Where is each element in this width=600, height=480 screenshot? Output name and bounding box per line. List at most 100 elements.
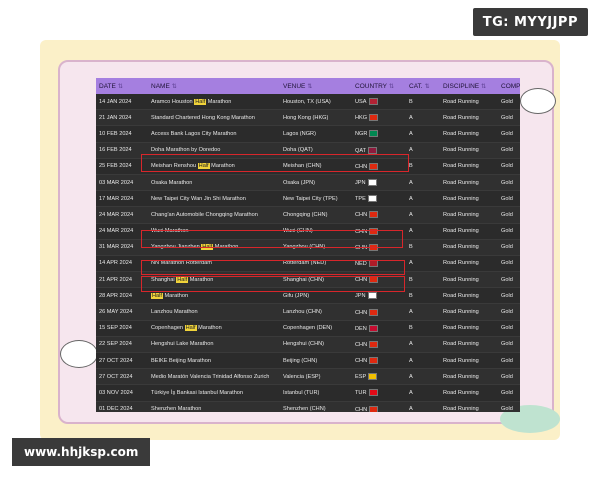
cell-category: A: [406, 255, 440, 273]
cell-country: ESP: [352, 368, 406, 386]
cell-competition: Gold: [498, 384, 520, 402]
cell-date: 24 MAR 2024: [96, 206, 148, 224]
table-row[interactable]: 27 OCT 2024 Medio Maratón Valencia Trinid…: [96, 368, 520, 386]
cell-category: B: [406, 287, 440, 305]
cell-category: A: [406, 125, 440, 143]
flag-icon: [368, 389, 378, 397]
column-header-label: DATE: [99, 82, 116, 90]
cell-venue: Houston, TX (USA): [280, 94, 352, 111]
cell-venue: New Taipei City (TPE): [280, 190, 352, 208]
cell-competition: Gold: [498, 287, 520, 305]
cell-date: 22 SEP 2024: [96, 336, 148, 354]
highlight-box-shanghai: [141, 260, 405, 275]
cell-category: B: [406, 320, 440, 337]
table-row[interactable]: 15 SEP 2024 Copenhagen Half Marathon Copen…: [96, 320, 520, 337]
name-text: Standard Chartered Hong Kong Marathon: [151, 114, 255, 121]
column-header-discipline[interactable]: DISCIPLINE ⇅: [440, 78, 498, 94]
cell-venue: Copenhagen (DEN): [280, 320, 352, 337]
country-code: CHN: [355, 406, 368, 412]
cell-venue: Shenzhen (CHN): [280, 401, 352, 412]
races-table-panel: DATE ⇅ NAME ⇅ VENUE ⇅ COUNTRY ⇅ CAT. ⇅ DISCIPLINE ⇅…: [96, 78, 520, 412]
cell-category: B: [406, 158, 440, 175]
name-text: Aramco Houston: [151, 98, 195, 105]
sort-icon[interactable]: ⇅: [118, 84, 123, 90]
cell-date: 15 SEP 2024: [96, 320, 148, 337]
flag-icon: [369, 340, 379, 348]
cell-competition: Gold: [498, 352, 520, 370]
name-highlight: Half: [194, 98, 207, 105]
name-text: New Taipei City Wan Jin Shi Marathon: [151, 195, 246, 202]
table-row[interactable]: 27 OCT 2024 BEIKE Beijing Marathon Beijing…: [96, 352, 520, 370]
table-row[interactable]: 26 MAY 2024 Lanzhou Marathon Lanzhou (CHN)…: [96, 303, 520, 321]
site-url-label: www.hhjksp.com: [12, 438, 151, 466]
cell-date: 27 OCT 2024: [96, 352, 148, 370]
cell-discipline: Road Running: [440, 271, 498, 289]
flag-icon: [369, 308, 379, 316]
flag-icon: [368, 98, 378, 106]
table-header-row: DATE ⇅ NAME ⇅ VENUE ⇅ COUNTRY ⇅ CAT. ⇅ DISCIPLINE ⇅…: [96, 78, 520, 94]
cell-discipline: Road Running: [440, 109, 498, 127]
cell-category: A: [406, 109, 440, 127]
cloud-decoration-left: [60, 340, 98, 368]
flag-icon: [367, 292, 377, 300]
table-row[interactable]: 22 SEP 2024 Hengshui Lake Marathon Hengshu…: [96, 336, 520, 354]
cell-country: CHN: [352, 303, 406, 321]
cloud-decoration-right: [520, 88, 556, 114]
cell-competition: Gold: [498, 368, 520, 386]
column-header-cat[interactable]: CAT. ⇅: [406, 78, 440, 94]
cell-discipline: Road Running: [440, 223, 498, 240]
column-header-country[interactable]: COUNTRY ⇅: [352, 78, 406, 94]
cell-country: DEN: [352, 320, 406, 337]
country-code: QAT: [355, 147, 367, 154]
table-row[interactable]: 01 DEC 2024 Shenzhen Marathon Shenzhen (CH…: [96, 401, 520, 412]
country-code: JPN: [355, 293, 366, 300]
sort-icon[interactable]: ⇅: [425, 84, 430, 90]
cell-venue: Chongqing (CHN): [280, 206, 352, 224]
flag-icon: [369, 357, 379, 365]
name-text: Hengshui Lake Marathon: [151, 341, 214, 348]
name-text: Shenzhen Marathon: [151, 406, 202, 412]
flag-icon: [368, 373, 378, 381]
cell-category: B: [406, 94, 440, 111]
table-row[interactable]: 10 FEB 2024 Access Bank Lagos City Marath…: [96, 125, 520, 143]
sort-icon[interactable]: ⇅: [481, 84, 486, 90]
table-row[interactable]: 03 MAR 2024 Osaka Marathon Osaka (JPN) JPN A…: [96, 174, 520, 192]
name-text: BEIKE Beijing Marathon: [151, 357, 212, 364]
column-header-venue[interactable]: VENUE ⇅: [280, 78, 352, 94]
highlight-box-meishan: [141, 154, 409, 172]
cell-category: A: [406, 368, 440, 386]
sort-icon[interactable]: ⇅: [389, 84, 394, 90]
flag-icon: [368, 324, 378, 332]
cell-name: BEIKE Beijing Marathon: [148, 352, 280, 370]
cell-discipline: Road Running: [440, 255, 498, 273]
country-code: HKG: [355, 115, 368, 122]
column-header-name[interactable]: NAME ⇅: [148, 78, 280, 94]
cell-competition: Gold: [498, 94, 520, 111]
cell-name: Aramco Houston Half Marathon: [148, 94, 280, 111]
name-text-suffix: Marathon: [196, 325, 222, 332]
country-code: CHN: [355, 212, 368, 219]
sort-icon[interactable]: ⇅: [172, 84, 177, 90]
column-header-label: DISCIPLINE: [443, 82, 480, 90]
country-code: DEN: [355, 325, 367, 332]
column-header-date[interactable]: DATE ⇅: [96, 78, 148, 94]
column-header-comp[interactable]: COMP: [498, 78, 520, 94]
table-row[interactable]: 24 MAR 2024 Chang'an Automobile Chongqing…: [96, 206, 520, 224]
cell-category: A: [406, 303, 440, 321]
country-code: NGR: [355, 131, 368, 138]
cell-date: 17 MAR 2024: [96, 190, 148, 208]
table-body: 14 JAN 2024 Aramco Houston Half Marathon H…: [96, 94, 520, 412]
cell-competition: Gold: [498, 239, 520, 256]
table-row[interactable]: 21 JAN 2024 Standard Chartered Hong Kong …: [96, 109, 520, 127]
table-row[interactable]: 14 JAN 2024 Aramco Houston Half Marathon H…: [96, 94, 520, 111]
cell-category: B: [406, 239, 440, 256]
table-row[interactable]: 17 MAR 2024 New Taipei City Wan Jin Shi M…: [96, 190, 520, 208]
cell-date: 21 JAN 2024: [96, 109, 148, 127]
sort-icon[interactable]: ⇅: [307, 84, 312, 90]
cell-competition: Gold: [498, 336, 520, 354]
cell-competition: Gold: [498, 190, 520, 208]
cell-date: 27 OCT 2024: [96, 368, 148, 386]
cell-venue: Osaka (JPN): [280, 174, 352, 192]
table-row[interactable]: 03 NOV 2024 Türkiye İş Bankasi Istanbul M…: [96, 384, 520, 402]
flag-icon: [368, 146, 378, 154]
